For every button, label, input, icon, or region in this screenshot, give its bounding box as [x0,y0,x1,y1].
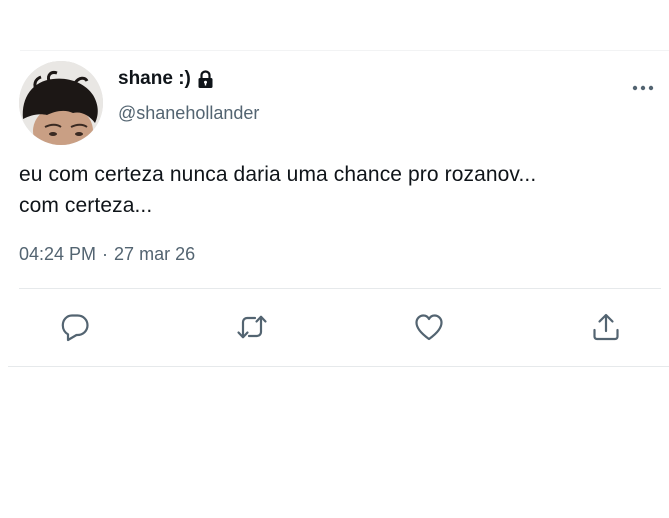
user-handle[interactable]: @shanehollander [118,103,259,124]
actions-divider [19,288,661,289]
like-icon [415,314,443,341]
display-name[interactable]: shane :) [118,68,214,90]
display-name-text[interactable]: shane :) [118,68,191,90]
retweet-icon [237,315,267,339]
lock-icon [198,69,213,88]
share-button[interactable] [586,307,626,347]
more-options-icon[interactable] [631,78,655,98]
reply-button[interactable] [55,307,95,347]
retweet-button[interactable] [232,307,272,347]
meta-separator: · [102,244,109,264]
tweet-text: eu com certeza nunca daria uma chance pr… [19,159,659,221]
share-icon [593,313,619,341]
avatar[interactable] [19,61,103,145]
avatar-image [19,61,103,145]
tweet-text-line: eu com certeza nunca daria uma chance pr… [19,163,537,186]
tweet-time[interactable]: 04:24 PM [19,244,96,264]
tweet-date[interactable]: 27 mar 26 [114,244,195,264]
tweet-text-line: com certeza... [19,194,153,217]
comment-icon [61,314,89,342]
tweet-timestamp[interactable]: 04:24 PM · 27 mar 26 [19,244,195,265]
like-button[interactable] [409,307,449,347]
tweet-actions [0,307,669,349]
bottom-divider [8,366,669,367]
top-divider [20,50,669,51]
